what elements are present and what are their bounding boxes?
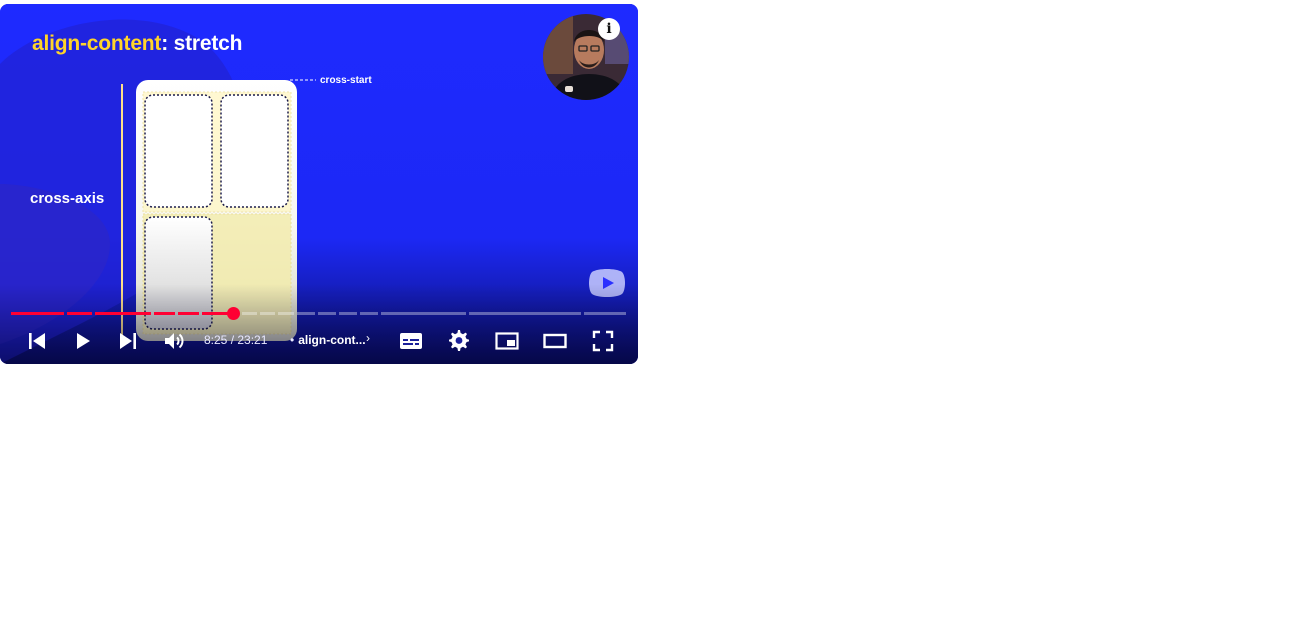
chapter-segment[interactable] bbox=[154, 312, 175, 315]
play-icon bbox=[77, 333, 90, 349]
progress-bar[interactable] bbox=[11, 307, 626, 320]
volume-icon bbox=[165, 333, 184, 349]
info-icon[interactable]: i bbox=[598, 18, 620, 40]
chapter-segment[interactable] bbox=[297, 312, 315, 315]
fullscreen-icon bbox=[592, 330, 614, 352]
gear-icon bbox=[449, 330, 469, 351]
chapter-title-button[interactable]: • align-cont... › bbox=[290, 331, 370, 347]
chapter-segment[interactable] bbox=[318, 312, 336, 315]
cross-axis-label: cross-axis bbox=[30, 190, 105, 207]
miniplayer-icon bbox=[495, 332, 519, 350]
current-time: 8:25 bbox=[204, 333, 228, 347]
settings-button[interactable] bbox=[447, 329, 471, 353]
subtitles-button[interactable] bbox=[399, 329, 423, 353]
title-keyword: align-content bbox=[32, 32, 162, 55]
play-button[interactable] bbox=[71, 329, 95, 353]
chapter-segment[interactable] bbox=[584, 312, 626, 315]
chevron-right-icon: › bbox=[366, 331, 370, 345]
chapter-segment[interactable] bbox=[381, 312, 466, 315]
next-button[interactable] bbox=[115, 329, 139, 353]
video-player[interactable]: align-content: stretch cross-axis cross-… bbox=[0, 4, 638, 364]
fullscreen-button[interactable] bbox=[591, 329, 615, 353]
chapter-segment[interactable] bbox=[278, 312, 294, 315]
chapter-segment[interactable] bbox=[95, 312, 151, 315]
subtitles-icon bbox=[400, 333, 422, 349]
previous-icon bbox=[29, 333, 45, 349]
chapter-segment[interactable] bbox=[11, 312, 64, 315]
chapter-segment[interactable] bbox=[67, 312, 92, 315]
chapter-segment[interactable] bbox=[360, 312, 378, 315]
chapter-segment[interactable] bbox=[339, 312, 357, 315]
chapter-segment[interactable] bbox=[469, 312, 581, 315]
time-separator: / bbox=[227, 333, 238, 347]
total-time: 23:21 bbox=[237, 333, 268, 347]
chapter-segment[interactable] bbox=[260, 312, 275, 315]
time-display: 8:25 / 23:21 bbox=[204, 333, 267, 347]
chapter-segment[interactable] bbox=[242, 312, 257, 315]
chapter-segment[interactable] bbox=[178, 312, 199, 315]
video-slide-title: align-content: stretch bbox=[32, 32, 242, 56]
title-value: : stretch bbox=[161, 32, 243, 55]
chapter-title: align-cont... bbox=[298, 333, 366, 347]
next-icon bbox=[120, 333, 136, 349]
mute-button[interactable] bbox=[162, 329, 186, 353]
miniplayer-button[interactable] bbox=[495, 329, 519, 353]
theater-mode-icon bbox=[543, 333, 567, 349]
scrubber-handle[interactable] bbox=[227, 307, 240, 320]
chapter-separator: • bbox=[290, 333, 295, 347]
cross-start-label: cross-start bbox=[320, 75, 372, 86]
previous-button[interactable] bbox=[26, 329, 50, 353]
theater-mode-button[interactable] bbox=[543, 329, 567, 353]
